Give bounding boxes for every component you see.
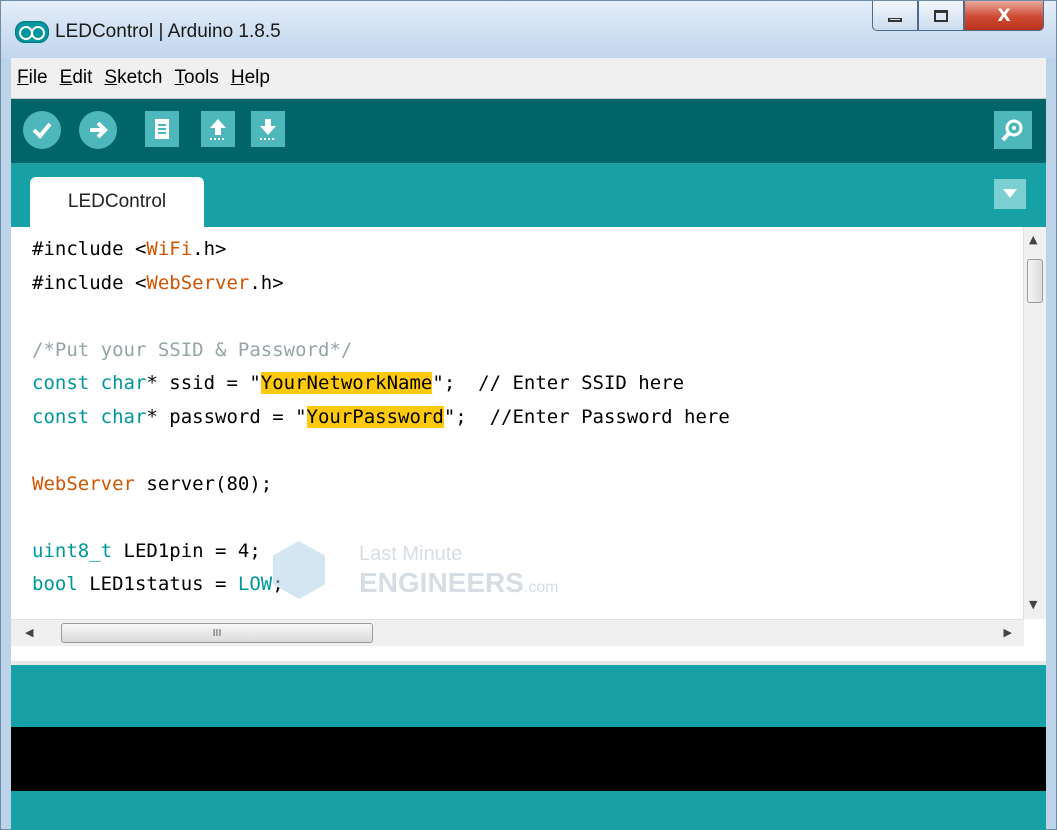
vertical-scroll-thumb[interactable]	[1027, 259, 1043, 303]
footer-status-bar	[11, 791, 1046, 830]
chevron-down-icon	[1003, 189, 1017, 198]
menu-sketch[interactable]: Sketch	[98, 67, 168, 89]
verify-icon	[32, 122, 52, 139]
minimize-button[interactable]	[872, 1, 918, 31]
message-area	[11, 665, 1046, 727]
code-line: /*Put your SSID & Password*/	[32, 338, 353, 361]
code-line: WebServer server(80);	[32, 472, 273, 495]
serial-monitor-icon	[1001, 119, 1023, 142]
code-line: #include <WebServer.h>	[32, 271, 284, 294]
code-line: #include <WiFi.h>	[32, 238, 227, 260]
save-icon	[260, 119, 276, 140]
menu-tools[interactable]: Tools	[169, 67, 225, 89]
new-sketch-button[interactable]	[145, 111, 179, 147]
scroll-right-icon[interactable]: ▶	[1004, 626, 1012, 639]
tab-bar: LEDControl	[11, 163, 1046, 227]
upload-icon	[90, 121, 108, 139]
new-icon	[155, 119, 169, 139]
open-sketch-button[interactable]	[201, 111, 235, 147]
verify-button[interactable]	[23, 111, 61, 149]
tab-menu-button[interactable]	[994, 179, 1026, 209]
console-output[interactable]	[11, 727, 1046, 791]
menu-file[interactable]: File	[11, 67, 54, 89]
arduino-ide-window: LEDControl | Arduino 1.8.5 X File Edit S…	[0, 0, 1057, 830]
window-title: LEDControl | Arduino 1.8.5	[55, 21, 281, 42]
upload-button[interactable]	[79, 111, 117, 149]
title-bar[interactable]: LEDControl | Arduino 1.8.5 X	[1, 1, 1056, 58]
close-icon: X	[997, 5, 1011, 26]
menu-help[interactable]: Help	[225, 67, 276, 89]
window-controls: X	[872, 1, 1044, 35]
tab-label: LEDControl	[67, 191, 167, 212]
code-line: const char* ssid = "YourNetworkName"; //…	[32, 372, 685, 394]
serial-monitor-button[interactable]	[994, 111, 1032, 149]
minimize-icon	[888, 17, 902, 22]
open-icon	[210, 119, 226, 140]
arduino-logo-icon	[15, 21, 49, 43]
menu-bar: File Edit Sketch Tools Help	[11, 58, 1046, 99]
maximize-button[interactable]	[918, 1, 964, 31]
watermark-logo: Last Minute ENGINEERS.com	[273, 533, 593, 613]
scroll-down-icon[interactable]: ▼	[1029, 598, 1037, 611]
menu-edit[interactable]: Edit	[54, 67, 99, 89]
hexagon-logo-icon	[273, 541, 325, 599]
code-editor[interactable]: #include <WiFi.h> #include <WebServer.h>…	[11, 227, 1046, 661]
code-line: const char* password = "YourPassword"; /…	[32, 405, 730, 428]
maximize-icon	[934, 9, 948, 22]
tab-ledcontrol[interactable]: LEDControl	[30, 177, 204, 227]
toolbar	[11, 99, 1046, 163]
vertical-scrollbar[interactable]: ▲ ▼	[1023, 227, 1046, 619]
scroll-left-icon[interactable]: ◀	[25, 626, 33, 639]
scroll-up-icon[interactable]: ▲	[1029, 233, 1037, 246]
save-sketch-button[interactable]	[251, 111, 285, 147]
horizontal-scroll-thumb[interactable]: III	[61, 623, 373, 643]
horizontal-scrollbar[interactable]: ◀ III ▶	[11, 619, 1024, 646]
close-button[interactable]: X	[964, 1, 1044, 31]
